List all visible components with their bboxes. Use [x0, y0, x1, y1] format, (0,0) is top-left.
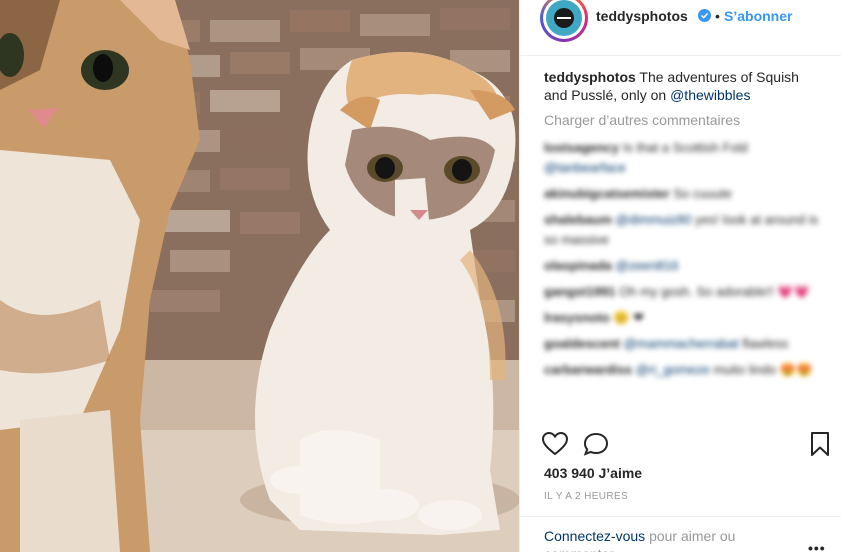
- caption-mention[interactable]: @thewibbles: [670, 87, 750, 103]
- comment-username[interactable]: shalebaum: [544, 212, 612, 227]
- comment-username[interactable]: carbarwardiss: [544, 362, 632, 377]
- comment-mention[interactable]: @ri_gomeze: [636, 362, 710, 377]
- comment-username[interactable]: akinubigcatsemister: [544, 186, 670, 201]
- comment-text: flawless: [742, 336, 789, 351]
- comment-item: lrasysnoto 😊 ❤: [544, 308, 826, 328]
- caption-username[interactable]: teddysphotos: [544, 69, 636, 85]
- comment-text: muito lindo 😍😍: [713, 362, 813, 377]
- avatar-image: [543, 0, 585, 39]
- post-side-panel: teddysphotos • S’abonner teddysphotos Th…: [519, 0, 841, 552]
- comment-username[interactable]: goaldescent: [544, 336, 620, 351]
- comment-item: akinubigcatsemister So cuuute: [544, 184, 826, 204]
- post-actions: [520, 424, 841, 464]
- comment-text: Oh my gosh. So adorable!! 💗💗: [619, 284, 810, 299]
- comment-item: lostsagency Is that a Scottish Fold @tan…: [544, 138, 826, 178]
- load-more-comments-button[interactable]: Charger d’autres commentaires: [544, 112, 740, 128]
- comment-text: 😊 ❤: [613, 310, 645, 325]
- comment-mention[interactable]: @tanbearface: [544, 160, 626, 175]
- comment-text: So cuuute: [673, 186, 732, 201]
- post-caption: teddysphotos The adventures of Squish an…: [544, 68, 826, 104]
- login-prompt: Connectez-vous pour aimer ou commenter.: [544, 527, 784, 552]
- comment-username[interactable]: gangst1991: [544, 284, 616, 299]
- divide-logo-icon: [546, 0, 582, 36]
- comment-list: lostsagency Is that a Scottish Fold @tan…: [544, 138, 826, 420]
- comment-username[interactable]: lostsagency: [544, 140, 619, 155]
- comment-mention[interactable]: @zeen816: [616, 258, 679, 273]
- divider: [520, 516, 841, 517]
- verified-badge-icon: [698, 9, 711, 22]
- comment-item: goaldescent @mammacherrabat flawless: [544, 334, 826, 354]
- header-username[interactable]: teddysphotos: [596, 8, 688, 24]
- comment-item: shalebaum @dimmuiz80 yes! look at around…: [544, 210, 826, 250]
- avatar[interactable]: [540, 0, 588, 42]
- follow-button[interactable]: S’abonner: [724, 8, 792, 24]
- post-photo[interactable]: [0, 0, 519, 552]
- like-count[interactable]: 403 940 J’aime: [544, 465, 642, 481]
- comment-username[interactable]: lrasysnoto: [544, 310, 610, 325]
- header-separator: •: [715, 8, 720, 24]
- comment-mention[interactable]: @mammacherrabat: [623, 336, 738, 351]
- comment-username[interactable]: olaspinada: [544, 258, 612, 273]
- comment-item: olaspinada @zeen816: [544, 256, 826, 276]
- cats-photo-illustration: [0, 0, 519, 552]
- comment-item: gangst1991 Oh my gosh. So adorable!! 💗💗: [544, 282, 826, 302]
- login-link[interactable]: Connectez-vous: [544, 528, 645, 544]
- post-header: teddysphotos • S’abonner: [520, 0, 841, 56]
- comment-bubble-icon[interactable]: [583, 432, 609, 461]
- post-timestamp[interactable]: IL Y A 2 HEURES: [544, 491, 628, 502]
- comment-text: Is that a Scottish Fold: [622, 140, 748, 155]
- comment-mention[interactable]: @dimmuiz80: [616, 212, 692, 227]
- comment-item: carbarwardiss @ri_gomeze muito lindo 😍😍: [544, 360, 826, 380]
- more-options-icon[interactable]: •••: [808, 540, 826, 552]
- like-heart-icon[interactable]: [541, 431, 569, 461]
- bookmark-icon[interactable]: [810, 432, 830, 461]
